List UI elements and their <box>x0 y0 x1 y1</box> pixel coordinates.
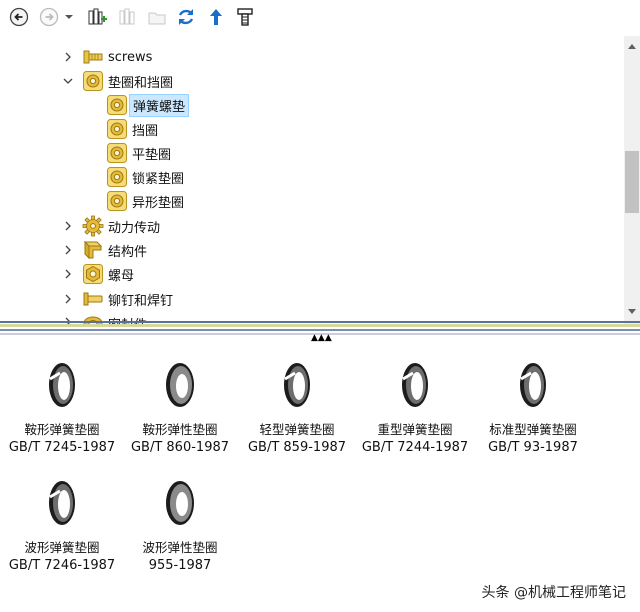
expand-chevron-icon[interactable] <box>62 51 74 63</box>
gallery-item[interactable]: 重型弹簧垫圈 GB/T 7244-1987 <box>355 355 475 457</box>
tree-item-label: 铆钉和焊钉 <box>108 293 174 309</box>
library-tree: screws 垫圈和挡圈 弹簧螺垫 挡圈 平垫圈 锁紧垫圈 异形垫圈 动力传动 … <box>0 36 624 324</box>
nut-icon <box>82 263 104 285</box>
tree-item-washers[interactable]: 垫圈和挡圈 <box>82 69 173 93</box>
splitter-grip-icon[interactable]: ▲▲▲ <box>311 334 332 343</box>
item-standard: 955-1987 <box>148 558 212 573</box>
spring-washer-icon <box>237 355 357 415</box>
forward-arrow-icon[interactable] <box>38 6 60 28</box>
gear-icon <box>82 215 104 237</box>
tree-item-label: 异形垫圈 <box>132 195 185 211</box>
spring-washer-icon <box>2 355 122 415</box>
tree-scrollbar[interactable] <box>624 36 640 324</box>
item-name: 轻型弹簧垫圈 <box>259 422 335 437</box>
dropdown-arrow-icon[interactable] <box>62 6 76 28</box>
spring-washer-icon <box>355 355 475 415</box>
washer-icon <box>106 166 128 188</box>
expand-chevron-icon[interactable] <box>62 244 74 256</box>
tree-item-label: 动力传动 <box>108 220 161 236</box>
back-arrow-icon[interactable] <box>8 6 30 28</box>
scrollbar-thumb[interactable] <box>625 151 639 213</box>
spring-washer-icon <box>473 355 593 415</box>
library-icon[interactable] <box>116 6 138 28</box>
item-standard: GB/T 860-1987 <box>130 440 230 455</box>
pane-splitter[interactable]: ▲▲▲ <box>0 320 640 343</box>
tree-item-spring-washer[interactable]: 弹簧螺垫 <box>106 93 190 117</box>
flat-washer-icon <box>120 473 240 533</box>
beam-icon <box>82 239 104 261</box>
tree-item-label: 挡圈 <box>132 123 159 139</box>
item-name: 鞍形弹性垫圈 <box>142 422 218 437</box>
washer-folder-icon <box>82 70 104 92</box>
add-library-icon[interactable] <box>86 6 108 28</box>
tree-item-lock-washer[interactable]: 锁紧垫圈 <box>106 165 184 189</box>
rivet-icon <box>82 288 104 310</box>
scroll-up-arrow-icon[interactable] <box>627 42 637 50</box>
refresh-icon[interactable] <box>175 6 197 28</box>
tree-item-label: 弹簧螺垫 <box>129 93 190 117</box>
flat-washer-icon <box>120 355 240 415</box>
spring-washer-icon <box>2 473 122 533</box>
tree-item-label: screws <box>108 49 153 65</box>
gallery-item[interactable]: 波形弹性垫圈 955-1987 <box>120 473 240 575</box>
item-name: 重型弹簧垫圈 <box>377 422 453 437</box>
bolt-icon[interactable] <box>234 6 256 28</box>
tree-item-label: 结构件 <box>108 244 148 260</box>
washer-icon <box>106 190 128 212</box>
item-standard: GB/T 7245-1987 <box>8 440 116 455</box>
washer-icon <box>106 118 128 140</box>
gallery-item[interactable]: 轻型弹簧垫圈 GB/T 859-1987 <box>237 355 357 457</box>
up-arrow-icon[interactable] <box>205 6 227 28</box>
tree-item-flat-washer[interactable]: 平垫圈 <box>106 141 171 165</box>
item-standard: GB/T 7244-1987 <box>361 440 469 455</box>
tree-item-label: 平垫圈 <box>132 147 172 163</box>
tree-item-power-transmission[interactable]: 动力传动 <box>82 214 160 238</box>
gallery-item[interactable]: 鞍形弹簧垫圈 GB/T 7245-1987 <box>2 355 122 457</box>
washer-icon <box>106 94 128 116</box>
tree-item-label: 螺母 <box>108 268 135 284</box>
item-standard: GB/T 7246-1987 <box>8 558 116 573</box>
folder-icon[interactable] <box>146 6 168 28</box>
component-gallery: 鞍形弹簧垫圈 GB/T 7245-1987 鞍形弹性垫圈 GB/T 860-19… <box>0 345 640 612</box>
gallery-item[interactable]: 鞍形弹性垫圈 GB/T 860-1987 <box>120 355 240 457</box>
item-standard: GB/T 859-1987 <box>247 440 347 455</box>
scroll-down-arrow-icon[interactable] <box>627 308 637 316</box>
toolbar <box>0 0 640 36</box>
tree-item-screws[interactable]: screws <box>82 45 152 69</box>
collapse-chevron-icon[interactable] <box>62 75 74 87</box>
tree-item-label: 垫圈和挡圈 <box>108 75 174 91</box>
screw-icon <box>82 46 104 68</box>
tree-item-retaining-ring[interactable]: 挡圈 <box>106 117 158 141</box>
tree-item-label: 锁紧垫圈 <box>132 171 185 187</box>
watermark: 头条 @机械工程师笔记 <box>481 585 626 601</box>
tree-item-rivets[interactable]: 铆钉和焊钉 <box>82 287 173 311</box>
item-name: 标准型弹簧垫圈 <box>489 422 577 437</box>
item-name: 波形弹性垫圈 <box>142 540 218 555</box>
gallery-item[interactable]: 标准型弹簧垫圈 GB/T 93-1987 <box>473 355 593 457</box>
item-standard: GB/T 93-1987 <box>488 440 578 455</box>
item-name: 波形弹簧垫圈 <box>24 540 100 555</box>
tree-item-structural[interactable]: 结构件 <box>82 238 147 262</box>
tree-item-nut[interactable]: 螺母 <box>82 262 134 286</box>
item-name: 鞍形弹簧垫圈 <box>24 422 100 437</box>
tree-item-special-washer[interactable]: 异形垫圈 <box>106 189 184 213</box>
expand-chevron-icon[interactable] <box>62 220 74 232</box>
gallery-item[interactable]: 波形弹簧垫圈 GB/T 7246-1987 <box>2 473 122 575</box>
expand-chevron-icon[interactable] <box>62 293 74 305</box>
expand-chevron-icon[interactable] <box>62 268 74 280</box>
washer-icon <box>106 142 128 164</box>
